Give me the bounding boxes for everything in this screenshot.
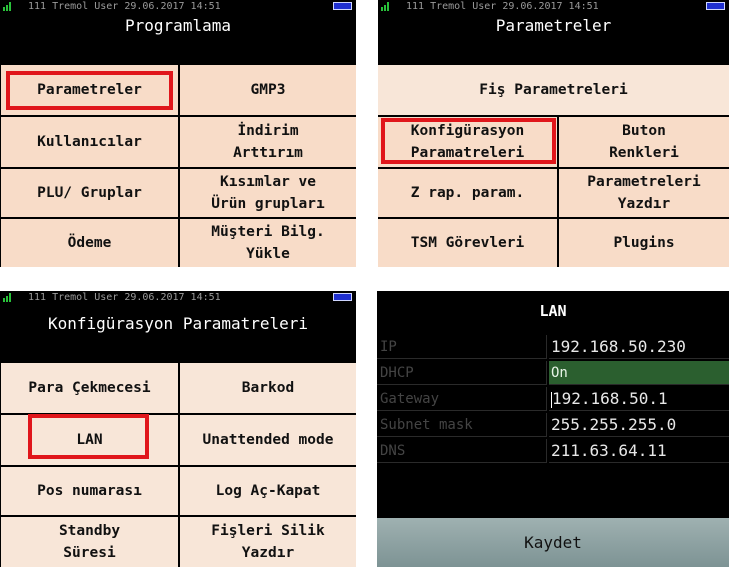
gateway-row: Gateway 192.168.50.1 bbox=[377, 387, 729, 412]
fisleri-silik-yazdir-button[interactable]: Fişleri Silik Yazdır bbox=[180, 517, 356, 567]
plugins-button[interactable]: Plugins bbox=[559, 219, 729, 267]
konfigurasyon-button[interactable]: Konfigürasyon Paramatreleri bbox=[378, 117, 557, 167]
log-ac-kapat-button[interactable]: Log Aç-Kapat bbox=[180, 467, 356, 515]
page-title: Parametreler bbox=[495, 16, 612, 35]
parametreler-screen: 111 Tremol User 29.06.2017 14:51 Paramet… bbox=[378, 0, 729, 267]
indirim-arttirim-button[interactable]: İndirim Arttırım bbox=[180, 117, 356, 167]
signal-icon bbox=[381, 2, 390, 11]
battery-icon bbox=[333, 293, 352, 301]
battery-icon bbox=[706, 2, 725, 10]
dhcp-label: DHCP bbox=[377, 361, 547, 385]
dhcp-row: DHCP On bbox=[377, 361, 729, 386]
parametreleri-yazdir-button[interactable]: Parametreleri Yazdır bbox=[559, 169, 729, 217]
programlama-screen: 111 Tremol User 29.06.2017 14:51 Program… bbox=[0, 0, 356, 267]
dns-field[interactable]: 211.63.64.11 bbox=[549, 439, 729, 463]
page-title: Programlama bbox=[125, 16, 231, 35]
signal-icon bbox=[3, 293, 12, 302]
gmp3-button[interactable]: GMP3 bbox=[180, 65, 356, 115]
signal-icon bbox=[3, 2, 12, 11]
status-text: 111 Tremol User 29.06.2017 14:51 bbox=[28, 292, 221, 303]
musteri-bilg-button[interactable]: Müşteri Bilg. Yükle bbox=[180, 219, 356, 267]
kisimlar-button[interactable]: Kısımlar ve Ürün grupları bbox=[180, 169, 356, 217]
gateway-field[interactable]: 192.168.50.1 bbox=[549, 387, 729, 411]
subnet-field[interactable]: 255.255.255.0 bbox=[549, 413, 729, 437]
ip-label: IP bbox=[377, 335, 547, 359]
unattended-mode-button[interactable]: Unattended mode bbox=[180, 415, 356, 465]
subnet-label: Subnet mask bbox=[377, 413, 547, 437]
kaydet-button[interactable]: Kaydet bbox=[377, 518, 729, 567]
page-title: LAN bbox=[539, 302, 567, 320]
status-text: 111 Tremol User 29.06.2017 14:51 bbox=[406, 1, 599, 12]
para-cekmecesi-button[interactable]: Para Çekmecesi bbox=[1, 363, 178, 413]
status-text: 111 Tremol User 29.06.2017 14:51 bbox=[28, 1, 221, 12]
standby-suresi-button[interactable]: Standby Süresi bbox=[1, 517, 178, 567]
dhcp-toggle[interactable]: On bbox=[549, 361, 729, 385]
status-bar: 111 Tremol User 29.06.2017 14:51 bbox=[0, 291, 356, 305]
dns-label: DNS bbox=[377, 439, 547, 463]
kullanicilar-button[interactable]: Kullanıcılar bbox=[1, 117, 178, 167]
barkod-button[interactable]: Barkod bbox=[180, 363, 356, 413]
lan-button[interactable]: LAN bbox=[1, 415, 178, 465]
ip-row: IP 192.168.50.230 bbox=[377, 335, 729, 360]
tsm-gorevleri-button[interactable]: TSM Görevleri bbox=[378, 219, 557, 267]
plu-gruplar-button[interactable]: PLU/ Gruplar bbox=[1, 169, 178, 217]
z-rap-param-button[interactable]: Z rap. param. bbox=[378, 169, 557, 217]
gateway-value: 192.168.50.1 bbox=[552, 389, 668, 408]
page-title: Konfigürasyon Paramatreleri bbox=[47, 314, 309, 333]
buton-renkleri-button[interactable]: Buton Renkleri bbox=[559, 117, 729, 167]
status-bar: 111 Tremol User 29.06.2017 14:51 bbox=[0, 0, 356, 14]
pos-numarasi-button[interactable]: Pos numarası bbox=[1, 467, 178, 515]
lan-screen: LAN IP 192.168.50.230 DHCP On Gateway 19… bbox=[377, 291, 729, 567]
ip-field[interactable]: 192.168.50.230 bbox=[549, 335, 729, 359]
odeme-button[interactable]: Ödeme bbox=[1, 219, 178, 267]
battery-icon bbox=[333, 2, 352, 10]
gateway-label: Gateway bbox=[377, 387, 547, 411]
subnet-row: Subnet mask 255.255.255.0 bbox=[377, 413, 729, 438]
status-bar: 111 Tremol User 29.06.2017 14:51 bbox=[378, 0, 729, 14]
parametreler-button[interactable]: Parametreler bbox=[1, 65, 178, 115]
dns-row: DNS 211.63.64.11 bbox=[377, 439, 729, 464]
konfigurasyon-screen: 111 Tremol User 29.06.2017 14:51 Konfigü… bbox=[0, 291, 356, 567]
fis-parametreleri-button[interactable]: Fiş Parametreleri bbox=[378, 65, 729, 115]
